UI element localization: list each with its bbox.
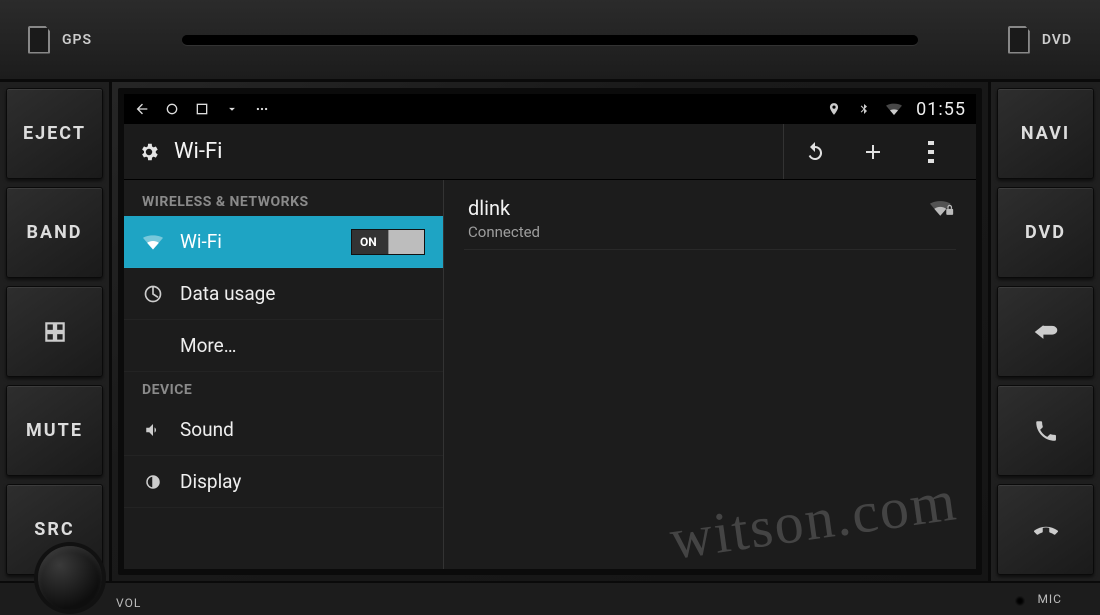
settings-categories[interactable]: WIRELESS & NETWORKS Wi-Fi ON xyxy=(124,180,444,569)
microphone xyxy=(1015,596,1025,606)
top-bezel: GPS DVD xyxy=(0,0,1100,82)
back-icon[interactable] xyxy=(134,101,150,117)
network-item[interactable]: dlink Connected xyxy=(464,188,956,250)
sd-card-icon xyxy=(28,26,50,54)
display-row[interactable]: Display xyxy=(124,456,443,508)
action-bar-actions xyxy=(784,139,962,165)
bluetooth-icon xyxy=(856,101,872,117)
navi-button[interactable]: NAVI xyxy=(997,88,1094,179)
wifi-network-list[interactable]: dlink Connected xyxy=(444,180,976,569)
mid-row: EJECT BAND MUTE SRC xyxy=(0,82,1100,581)
recent-icon[interactable] xyxy=(194,101,210,117)
touchscreen[interactable]: 01:55 Wi-Fi xyxy=(118,88,982,575)
refresh-icon[interactable] xyxy=(802,139,828,165)
clock: 01:55 xyxy=(916,99,966,120)
action-bar: Wi-Fi xyxy=(124,124,976,180)
right-button-column: NAVI DVD xyxy=(988,82,1100,581)
action-bar-title-area: Wi-Fi xyxy=(138,124,784,179)
add-icon[interactable] xyxy=(860,139,886,165)
phone-hangup-button[interactable] xyxy=(997,484,1094,575)
disc-slot[interactable] xyxy=(182,35,918,45)
home-button[interactable] xyxy=(6,286,103,377)
signal-lock-icon xyxy=(930,198,954,218)
volume-knob[interactable] xyxy=(38,546,102,610)
sd-dvd-slot: DVD xyxy=(1008,26,1072,54)
band-button[interactable]: BAND xyxy=(6,187,103,278)
car-head-unit: GPS DVD EJECT BAND MUTE SRC xyxy=(0,0,1100,615)
section-device-header: DEVICE xyxy=(124,372,443,404)
more-row[interactable]: More… xyxy=(124,320,443,372)
data-usage-icon xyxy=(142,284,164,304)
wifi-toggle-state: ON xyxy=(360,235,377,249)
android-status-bar[interactable]: 01:55 xyxy=(124,94,976,124)
display-icon xyxy=(142,473,164,491)
location-icon xyxy=(826,101,842,117)
wifi-row[interactable]: Wi-Fi ON xyxy=(124,216,443,268)
eject-button[interactable]: EJECT xyxy=(6,88,103,179)
data-usage-label: Data usage xyxy=(180,282,425,305)
action-bar-title: Wi-Fi xyxy=(174,139,222,164)
sound-row[interactable]: Sound xyxy=(124,404,443,456)
settings-body: WIRELESS & NETWORKS Wi-Fi ON xyxy=(124,180,976,569)
vol-label: VOL xyxy=(116,596,141,610)
sd-gps-label: GPS xyxy=(62,32,92,48)
network-status: Connected xyxy=(468,223,952,241)
down-icon[interactable] xyxy=(224,101,240,117)
menu-icon[interactable] xyxy=(254,101,270,117)
wifi-signal-icon xyxy=(886,101,902,117)
wifi-label: Wi-Fi xyxy=(180,230,335,253)
sound-label: Sound xyxy=(180,418,425,441)
data-usage-row[interactable]: Data usage xyxy=(124,268,443,320)
more-label: More… xyxy=(180,334,425,357)
back-button[interactable] xyxy=(997,286,1094,377)
mic-label: MIC xyxy=(1037,592,1062,606)
mute-button[interactable]: MUTE xyxy=(6,385,103,476)
sd-card-icon xyxy=(1008,26,1030,54)
display-label: Display xyxy=(180,470,425,493)
network-ssid: dlink xyxy=(468,196,952,220)
section-wireless-header: WIRELESS & NETWORKS xyxy=(124,184,443,216)
sd-gps-slot: GPS xyxy=(28,26,92,54)
overflow-icon[interactable] xyxy=(918,139,944,165)
wifi-toggle[interactable]: ON xyxy=(351,229,425,255)
home-icon[interactable] xyxy=(164,101,180,117)
speaker-icon xyxy=(142,421,164,439)
settings-gear-icon xyxy=(138,141,160,163)
left-button-column: EJECT BAND MUTE SRC xyxy=(0,82,112,581)
sd-dvd-label: DVD xyxy=(1042,32,1072,48)
wifi-icon xyxy=(142,234,164,250)
bottom-bezel: VOL MIC xyxy=(0,581,1100,615)
dvd-button[interactable]: DVD xyxy=(997,187,1094,278)
phone-answer-button[interactable] xyxy=(997,385,1094,476)
